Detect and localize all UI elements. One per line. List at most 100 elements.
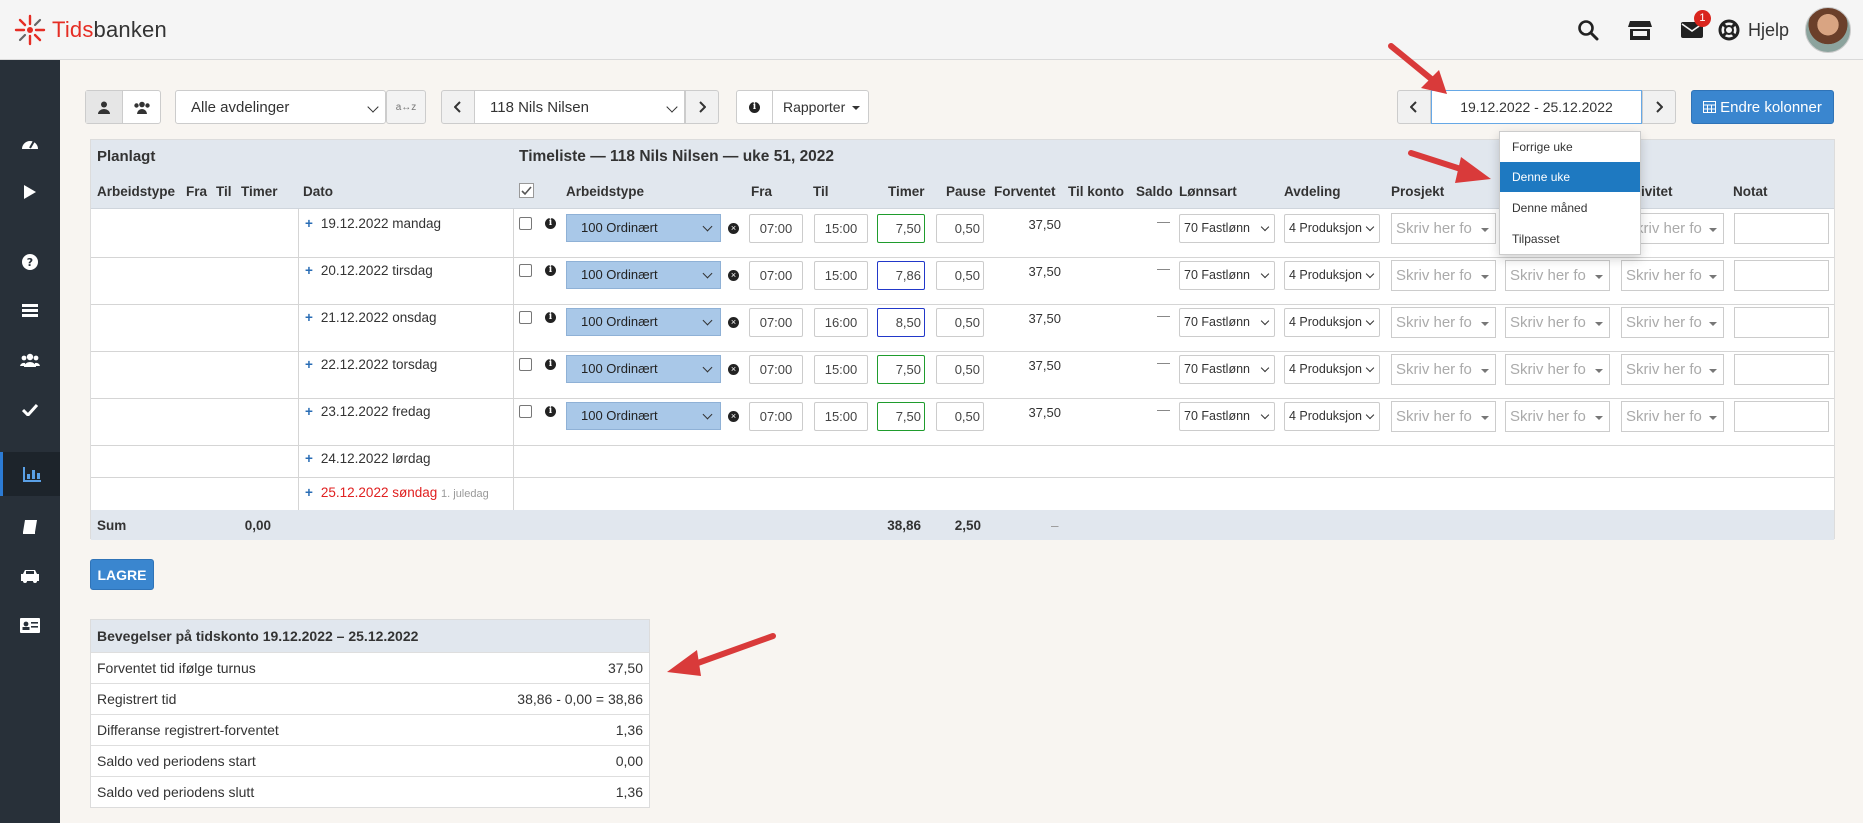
to-time-input[interactable]: 15:00: [814, 355, 868, 384]
hours-input[interactable]: 8,50: [877, 308, 925, 337]
clear-icon[interactable]: ×: [728, 270, 739, 281]
subproject-select[interactable]: Skriv her fo: [1505, 260, 1610, 291]
users-icon[interactable]: [0, 338, 60, 382]
note-input[interactable]: [1734, 401, 1829, 432]
logo[interactable]: Tidsbanken: [14, 14, 167, 46]
from-time-input[interactable]: 07:00: [749, 261, 803, 290]
pause-input[interactable]: 0,50: [936, 261, 984, 290]
work-type-select[interactable]: 100 Ordinært: [566, 308, 721, 336]
wage-type-select[interactable]: 70 Fastlønn: [1179, 214, 1275, 243]
row-checkbox[interactable]: [519, 217, 532, 230]
hours-input[interactable]: 7,86: [877, 261, 925, 290]
subproject-select[interactable]: Skriv her fo: [1505, 401, 1610, 432]
question-icon[interactable]: ?: [0, 240, 60, 284]
clear-icon[interactable]: ×: [728, 317, 739, 328]
info-icon[interactable]: i: [545, 406, 556, 417]
help-button[interactable]: Hjelp: [1718, 0, 1805, 60]
project-select[interactable]: Skriv her fo: [1391, 213, 1496, 244]
department-cell-select[interactable]: 4 Produksjon: [1284, 402, 1380, 431]
save-button[interactable]: LAGRE: [90, 559, 154, 590]
note-input[interactable]: [1734, 213, 1829, 244]
book-icon[interactable]: [0, 505, 60, 549]
row-checkbox[interactable]: [519, 311, 532, 324]
work-type-select[interactable]: 100 Ordinært: [566, 402, 721, 430]
subproject-select[interactable]: Skriv her fo: [1505, 307, 1610, 338]
project-select[interactable]: Skriv her fo: [1391, 354, 1496, 385]
sort-button[interactable]: a↔z: [386, 90, 426, 124]
date-cell[interactable]: +19.12.2022 mandag: [305, 216, 441, 231]
search-icon[interactable]: [1562, 0, 1614, 60]
project-select[interactable]: Skriv her fo: [1391, 307, 1496, 338]
department-cell-select[interactable]: 4 Produksjon: [1284, 355, 1380, 384]
mail-icon[interactable]: 1: [1666, 0, 1718, 60]
row-checkbox[interactable]: [519, 264, 532, 277]
note-input[interactable]: [1734, 260, 1829, 291]
check-icon[interactable]: [0, 387, 60, 431]
date-cell[interactable]: +25.12.2022 søndag 1. juledag: [305, 485, 489, 500]
menu-item-this-week[interactable]: Denne uke: [1500, 162, 1640, 192]
pause-input[interactable]: 0,50: [936, 355, 984, 384]
clear-icon[interactable]: ×: [728, 364, 739, 375]
period-input[interactable]: 19.12.2022 - 25.12.2022: [1431, 90, 1642, 124]
hours-input[interactable]: 7,50: [877, 355, 925, 384]
subproject-select[interactable]: Skriv her fo: [1505, 354, 1610, 385]
note-input[interactable]: [1734, 307, 1829, 338]
row-checkbox[interactable]: [519, 358, 532, 371]
store-icon[interactable]: [1614, 0, 1666, 60]
reports-dropdown[interactable]: Rapporter: [773, 91, 868, 123]
list-icon[interactable]: [0, 289, 60, 333]
activity-select[interactable]: Skriv her fo: [1621, 260, 1724, 291]
prev-employee-button[interactable]: [441, 90, 475, 124]
wage-type-select[interactable]: 70 Fastlønn: [1179, 261, 1275, 290]
info-icon[interactable]: i: [545, 265, 556, 276]
wage-type-select[interactable]: 70 Fastlønn: [1179, 308, 1275, 337]
activity-select[interactable]: Skriv her fo: [1621, 354, 1724, 385]
info-icon[interactable]: i: [545, 312, 556, 323]
from-time-input[interactable]: 07:00: [749, 214, 803, 243]
pause-input[interactable]: 0,50: [936, 308, 984, 337]
activity-select[interactable]: Skriv her fo: [1621, 307, 1724, 338]
bar-chart-icon[interactable]: [0, 452, 60, 496]
wage-type-select[interactable]: 70 Fastlønn: [1179, 402, 1275, 431]
work-type-select[interactable]: 100 Ordinært: [566, 261, 721, 289]
to-time-input[interactable]: 15:00: [814, 261, 868, 290]
from-time-input[interactable]: 07:00: [749, 355, 803, 384]
date-cell[interactable]: +21.12.2022 onsdag: [305, 310, 437, 325]
change-columns-button[interactable]: Endre kolonner: [1691, 90, 1834, 124]
single-user-button[interactable]: [86, 91, 123, 123]
department-cell-select[interactable]: 4 Produksjon: [1284, 308, 1380, 337]
activity-select[interactable]: Skriv her fo: [1621, 401, 1724, 432]
project-select[interactable]: Skriv her fo: [1391, 260, 1496, 291]
date-cell[interactable]: +24.12.2022 lørdag: [305, 451, 430, 466]
date-cell[interactable]: +20.12.2022 tirsdag: [305, 263, 433, 278]
menu-item-custom[interactable]: Tilpasset: [1500, 224, 1640, 254]
next-period-button[interactable]: [1642, 90, 1676, 124]
pause-input[interactable]: 0,50: [936, 214, 984, 243]
car-icon[interactable]: [0, 554, 60, 598]
wage-type-select[interactable]: 70 Fastlønn: [1179, 355, 1275, 384]
department-cell-select[interactable]: 4 Produksjon: [1284, 261, 1380, 290]
dashboard-icon[interactable]: [0, 121, 60, 165]
menu-item-previous-week[interactable]: Forrige uke: [1500, 132, 1640, 162]
play-icon[interactable]: [0, 170, 60, 214]
department-cell-select[interactable]: 4 Produksjon: [1284, 214, 1380, 243]
menu-item-this-month[interactable]: Denne måned: [1500, 193, 1640, 223]
info-icon[interactable]: i: [545, 218, 556, 229]
work-type-select[interactable]: 100 Ordinært: [566, 214, 721, 242]
info-icon[interactable]: i: [545, 359, 556, 370]
hours-input[interactable]: 7,50: [877, 402, 925, 431]
row-checkbox[interactable]: [519, 405, 532, 418]
pause-input[interactable]: 0,50: [936, 402, 984, 431]
next-employee-button[interactable]: [685, 90, 719, 124]
note-input[interactable]: [1734, 354, 1829, 385]
avatar[interactable]: [1805, 7, 1851, 53]
to-time-input[interactable]: 15:00: [814, 214, 868, 243]
from-time-input[interactable]: 07:00: [749, 402, 803, 431]
department-select[interactable]: Alle avdelinger: [175, 90, 386, 124]
work-type-select[interactable]: 100 Ordinært: [566, 355, 721, 383]
to-time-input[interactable]: 16:00: [814, 308, 868, 337]
from-time-input[interactable]: 07:00: [749, 308, 803, 337]
employee-select[interactable]: 118 Nils Nilsen: [474, 90, 685, 124]
date-cell[interactable]: +23.12.2022 fredag: [305, 404, 431, 419]
project-select[interactable]: Skriv her fo: [1391, 401, 1496, 432]
